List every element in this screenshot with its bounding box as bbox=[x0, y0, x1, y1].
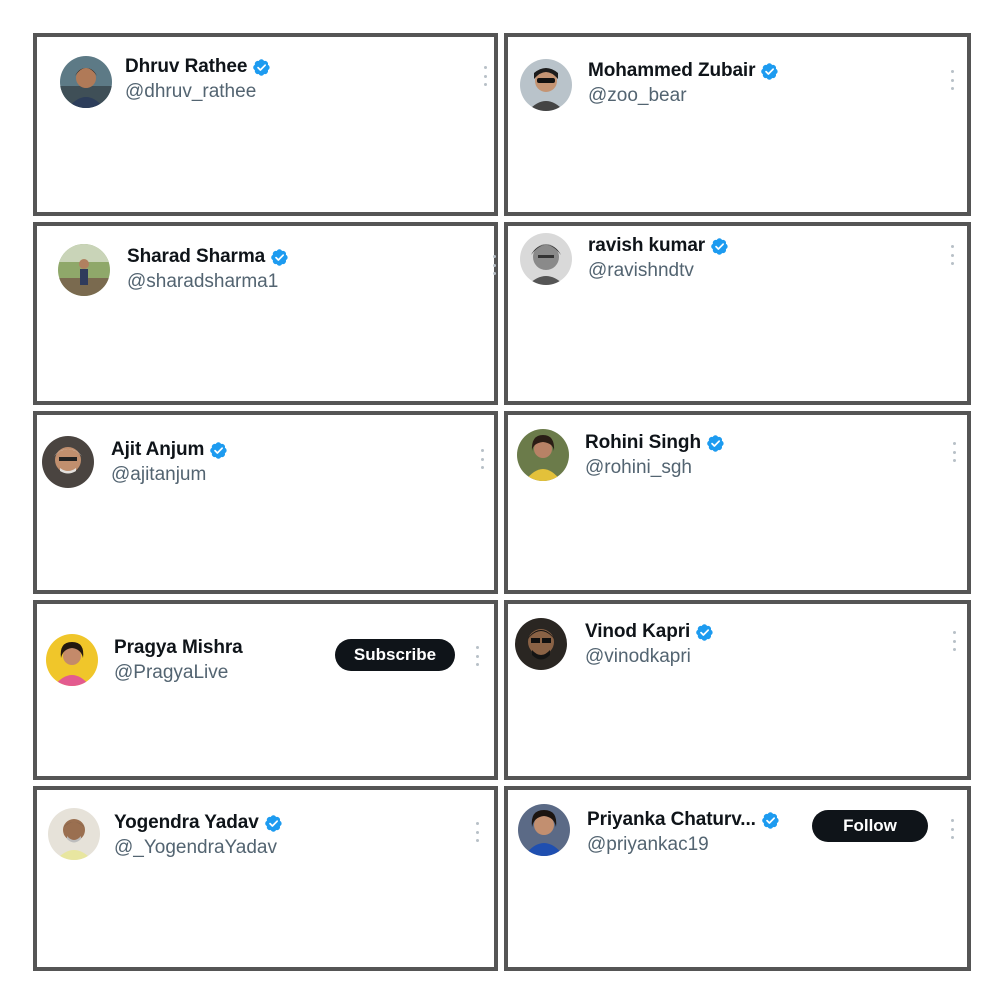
account-card-ravish-kumar[interactable]: ravish kumar @ravishndtv bbox=[504, 222, 971, 405]
display-name[interactable]: Vinod Kapri bbox=[585, 621, 690, 643]
more-options-icon[interactable] bbox=[474, 646, 480, 666]
account-card-sharad-sharma[interactable]: Sharad Sharma @sharadsharma1 bbox=[33, 222, 498, 405]
account-card-rohini-singh[interactable]: Rohini Singh @rohini_sgh bbox=[504, 411, 971, 594]
display-name[interactable]: Ajit Anjum bbox=[111, 439, 204, 461]
handle[interactable]: @vinodkapri bbox=[585, 646, 691, 668]
avatar[interactable] bbox=[518, 804, 570, 856]
avatar[interactable] bbox=[517, 429, 569, 481]
account-card-priyanka-chaturvedi[interactable]: Priyanka Chaturv... @priyankac19 Follow bbox=[504, 786, 971, 971]
display-name[interactable]: Mohammed Zubair bbox=[588, 60, 756, 82]
verified-badge-icon bbox=[706, 434, 725, 453]
more-options-icon[interactable] bbox=[951, 631, 957, 651]
handle[interactable]: @PragyaLive bbox=[114, 662, 228, 684]
account-card-ajit-anjum[interactable]: Ajit Anjum @ajitanjum bbox=[33, 411, 498, 594]
verified-badge-icon bbox=[270, 248, 289, 267]
display-name[interactable]: ravish kumar bbox=[588, 235, 705, 257]
more-options-icon[interactable] bbox=[949, 70, 955, 90]
more-options-icon[interactable] bbox=[949, 819, 955, 839]
display-name[interactable]: Pragya Mishra bbox=[114, 637, 243, 659]
display-name[interactable]: Dhruv Rathee bbox=[125, 56, 247, 78]
display-name[interactable]: Yogendra Yadav bbox=[114, 812, 259, 834]
more-options-icon[interactable] bbox=[474, 822, 480, 842]
avatar[interactable] bbox=[60, 56, 112, 108]
more-options-icon[interactable] bbox=[949, 245, 955, 265]
display-name[interactable]: Sharad Sharma bbox=[127, 246, 265, 268]
verified-badge-icon bbox=[760, 62, 779, 81]
avatar[interactable] bbox=[58, 244, 110, 296]
more-options-icon[interactable] bbox=[479, 449, 485, 469]
verified-badge-icon bbox=[209, 441, 228, 460]
more-options-icon[interactable] bbox=[951, 442, 957, 462]
avatar[interactable] bbox=[520, 59, 572, 111]
handle[interactable]: @sharadsharma1 bbox=[127, 271, 278, 293]
more-options-icon[interactable] bbox=[491, 255, 497, 275]
display-name[interactable]: Priyanka Chaturv... bbox=[587, 809, 756, 831]
avatar[interactable] bbox=[42, 436, 94, 488]
subscribe-button[interactable]: Subscribe bbox=[335, 639, 455, 671]
handle[interactable]: @ravishndtv bbox=[588, 260, 694, 282]
display-name[interactable]: Rohini Singh bbox=[585, 432, 701, 454]
handle[interactable]: @_YogendraYadav bbox=[114, 837, 277, 859]
handle[interactable]: @dhruv_rathee bbox=[125, 81, 256, 103]
avatar[interactable] bbox=[48, 808, 100, 860]
handle[interactable]: @ajitanjum bbox=[111, 464, 206, 486]
verified-badge-icon bbox=[252, 58, 271, 77]
verified-badge-icon bbox=[761, 811, 780, 830]
more-options-icon[interactable] bbox=[482, 66, 488, 86]
verified-badge-icon bbox=[264, 814, 283, 833]
account-card-yogendra-yadav[interactable]: Yogendra Yadav @_YogendraYadav bbox=[33, 786, 498, 971]
account-card-mohammed-zubair[interactable]: Mohammed Zubair @zoo_bear bbox=[504, 33, 971, 216]
avatar[interactable] bbox=[520, 233, 572, 285]
handle[interactable]: @priyankac19 bbox=[587, 834, 709, 856]
verified-badge-icon bbox=[695, 623, 714, 642]
avatar[interactable] bbox=[46, 634, 98, 686]
account-card-pragya-mishra[interactable]: Pragya Mishra @PragyaLive Subscribe bbox=[33, 600, 498, 780]
account-card-vinod-kapri[interactable]: Vinod Kapri @vinodkapri bbox=[504, 600, 971, 780]
follow-button[interactable]: Follow bbox=[812, 810, 928, 842]
handle[interactable]: @rohini_sgh bbox=[585, 457, 692, 479]
account-card-dhruv-rathee[interactable]: Dhruv Rathee @dhruv_rathee bbox=[33, 33, 498, 216]
avatar[interactable] bbox=[515, 618, 567, 670]
verified-badge-icon bbox=[710, 237, 729, 256]
handle[interactable]: @zoo_bear bbox=[588, 85, 687, 107]
